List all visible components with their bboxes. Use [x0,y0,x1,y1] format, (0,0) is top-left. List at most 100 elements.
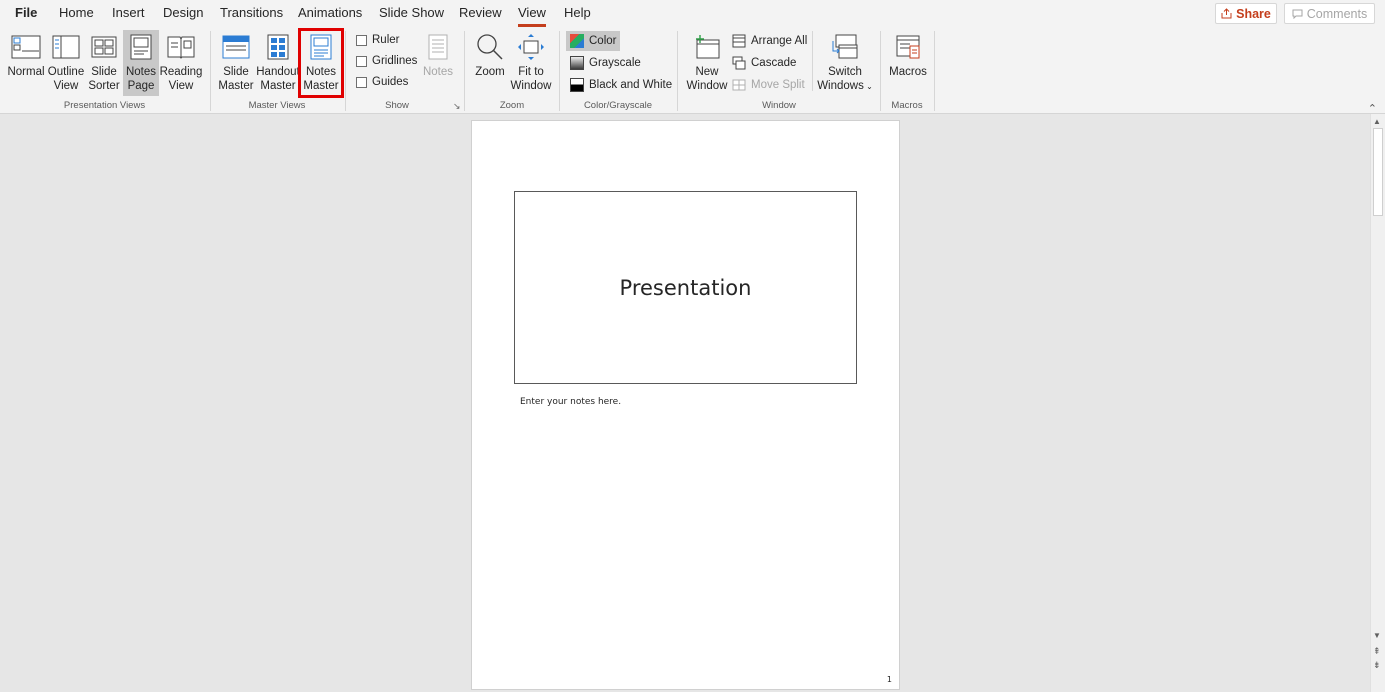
outline-view-button[interactable]: Outline View [47,30,85,96]
slide-sorter-icon [87,30,121,64]
zoom-button[interactable]: Zoom [472,30,508,96]
arrange-all-button[interactable]: Arrange All [732,31,807,51]
group-label-zoom: Zoom [499,100,525,111]
cascade-button[interactable]: Cascade [732,53,796,73]
color-mode-button[interactable]: Color [566,31,621,51]
black-and-white-mode-label: Black and White [589,79,673,91]
handout-master-button[interactable]: Handout Master [256,30,300,96]
notes-placeholder[interactable]: Enter your notes here. [520,397,621,407]
slide-sorter-button[interactable]: Slide Sorter [86,30,122,96]
reading-view-icon [164,30,198,64]
notes-page-label-2: Page [127,80,155,92]
gridlines-checkbox-box[interactable] [356,55,367,67]
group-divider [677,31,678,111]
tab-animations[interactable]: Animations [298,5,362,20]
new-window-label-2: Window [686,80,728,92]
notes-page-icon [124,30,158,64]
slide-master-button[interactable]: Slide Master [217,30,255,96]
tab-file[interactable]: File [15,5,37,20]
grayscale-mode-label: Grayscale [589,57,641,69]
vertical-scrollbar[interactable]: ▲ ▼ ⇞ ⇟ [1370,114,1385,692]
next-page-icon[interactable]: ⇟ [1373,660,1381,671]
new-window-button[interactable]: New Window [685,30,729,96]
tab-slide-show[interactable]: Slide Show [379,5,444,20]
group-divider [464,31,465,111]
handout-master-label-1: Handout [256,66,300,78]
outline-view-icon [49,30,83,64]
group-label-master-views: Master Views [248,100,306,111]
group-divider [559,31,560,111]
group-label-color-grayscale: Color/Grayscale [583,100,653,111]
share-label: Share [1236,6,1271,21]
share-icon [1221,8,1232,19]
tab-insert[interactable]: Insert [112,5,145,20]
cascade-label: Cascade [751,57,797,69]
grayscale-icon [570,56,584,70]
group-divider [345,31,346,111]
macros-label: Macros [889,66,927,78]
notes-page-button[interactable]: Notes Page [123,30,159,96]
normal-view-label: Normal [7,66,45,78]
notes-master-button[interactable]: Notes Master [298,28,344,98]
ruler-checkbox-box[interactable] [356,34,367,46]
tab-transitions[interactable]: Transitions [220,5,283,20]
outline-view-label-2: View [53,80,79,92]
notes-page-canvas[interactable]: Presentation Enter your notes here. 1 [471,120,900,690]
outline-view-label-1: Outline [47,66,85,78]
tab-review[interactable]: Review [459,5,502,20]
gridlines-checkbox[interactable]: Gridlines [356,51,417,71]
notes-master-label-2: Master [303,80,339,92]
tab-view[interactable]: View [518,5,546,27]
tab-home[interactable]: Home [59,5,94,20]
macros-icon [891,30,925,64]
arrange-all-icon [732,34,746,48]
guides-label: Guides [372,76,409,88]
ribbon-tab-bar: File Home Insert Design Transitions Anim… [0,0,1385,28]
switch-windows-button[interactable]: Switch Windows ⌄ [816,30,874,96]
slide-title: Presentation [619,275,752,300]
fit-to-window-button[interactable]: Fit to Window [509,30,553,96]
scroll-down-icon[interactable]: ▼ [1373,631,1381,640]
fit-to-window-label-2: Window [510,80,552,92]
zoom-label: Zoom [475,66,505,78]
fit-to-window-icon [514,30,548,64]
gridlines-label: Gridlines [372,55,418,67]
comments-button[interactable]: Comments [1284,3,1375,24]
ribbon-view: Normal Outline View Slide Sorter Notes P… [0,28,1385,115]
show-dialog-launcher-icon[interactable]: ↘ [453,101,461,112]
grayscale-mode-button[interactable]: Grayscale [570,53,641,73]
notes-toggle-button[interactable]: Notes [420,30,456,96]
group-label-window: Window [762,100,796,111]
macros-button[interactable]: Macros [886,30,930,96]
black-and-white-mode-button[interactable]: Black and White [570,75,672,95]
previous-page-icon[interactable]: ⇞ [1373,646,1381,657]
slide-thumbnail[interactable]: Presentation [514,191,857,384]
move-split-button[interactable]: Move Split [732,75,805,95]
slide-master-icon [219,30,253,64]
handout-master-label-2: Master [260,80,296,92]
ruler-checkbox[interactable]: Ruler [356,30,399,50]
scroll-up-icon[interactable]: ▲ [1373,117,1381,126]
group-divider [880,31,881,111]
normal-view-button[interactable]: Normal [6,30,46,96]
guides-checkbox-box[interactable] [356,76,367,88]
new-window-icon [690,30,724,64]
reading-view-button[interactable]: Reading View [160,30,202,96]
share-button[interactable]: Share [1215,3,1277,24]
notes-page-label-1: Notes [125,66,157,78]
color-icon [570,34,584,48]
chevron-down-icon: ⌄ [863,82,873,91]
guides-checkbox[interactable]: Guides [356,72,408,92]
slide-master-label-2: Master [218,80,254,92]
group-label-show: Show [385,100,409,111]
fit-to-window-label-1: Fit to [518,66,544,78]
tab-help[interactable]: Help [564,5,591,20]
reading-view-label-2: View [168,80,194,92]
notes-master-label-1: Notes [305,66,337,78]
move-split-icon [732,79,746,91]
comment-icon [1292,9,1303,19]
notes-toggle-label: Notes [422,66,454,78]
scroll-thumb[interactable] [1373,128,1383,216]
arrange-all-label: Arrange All [751,35,808,47]
tab-design[interactable]: Design [163,5,203,20]
